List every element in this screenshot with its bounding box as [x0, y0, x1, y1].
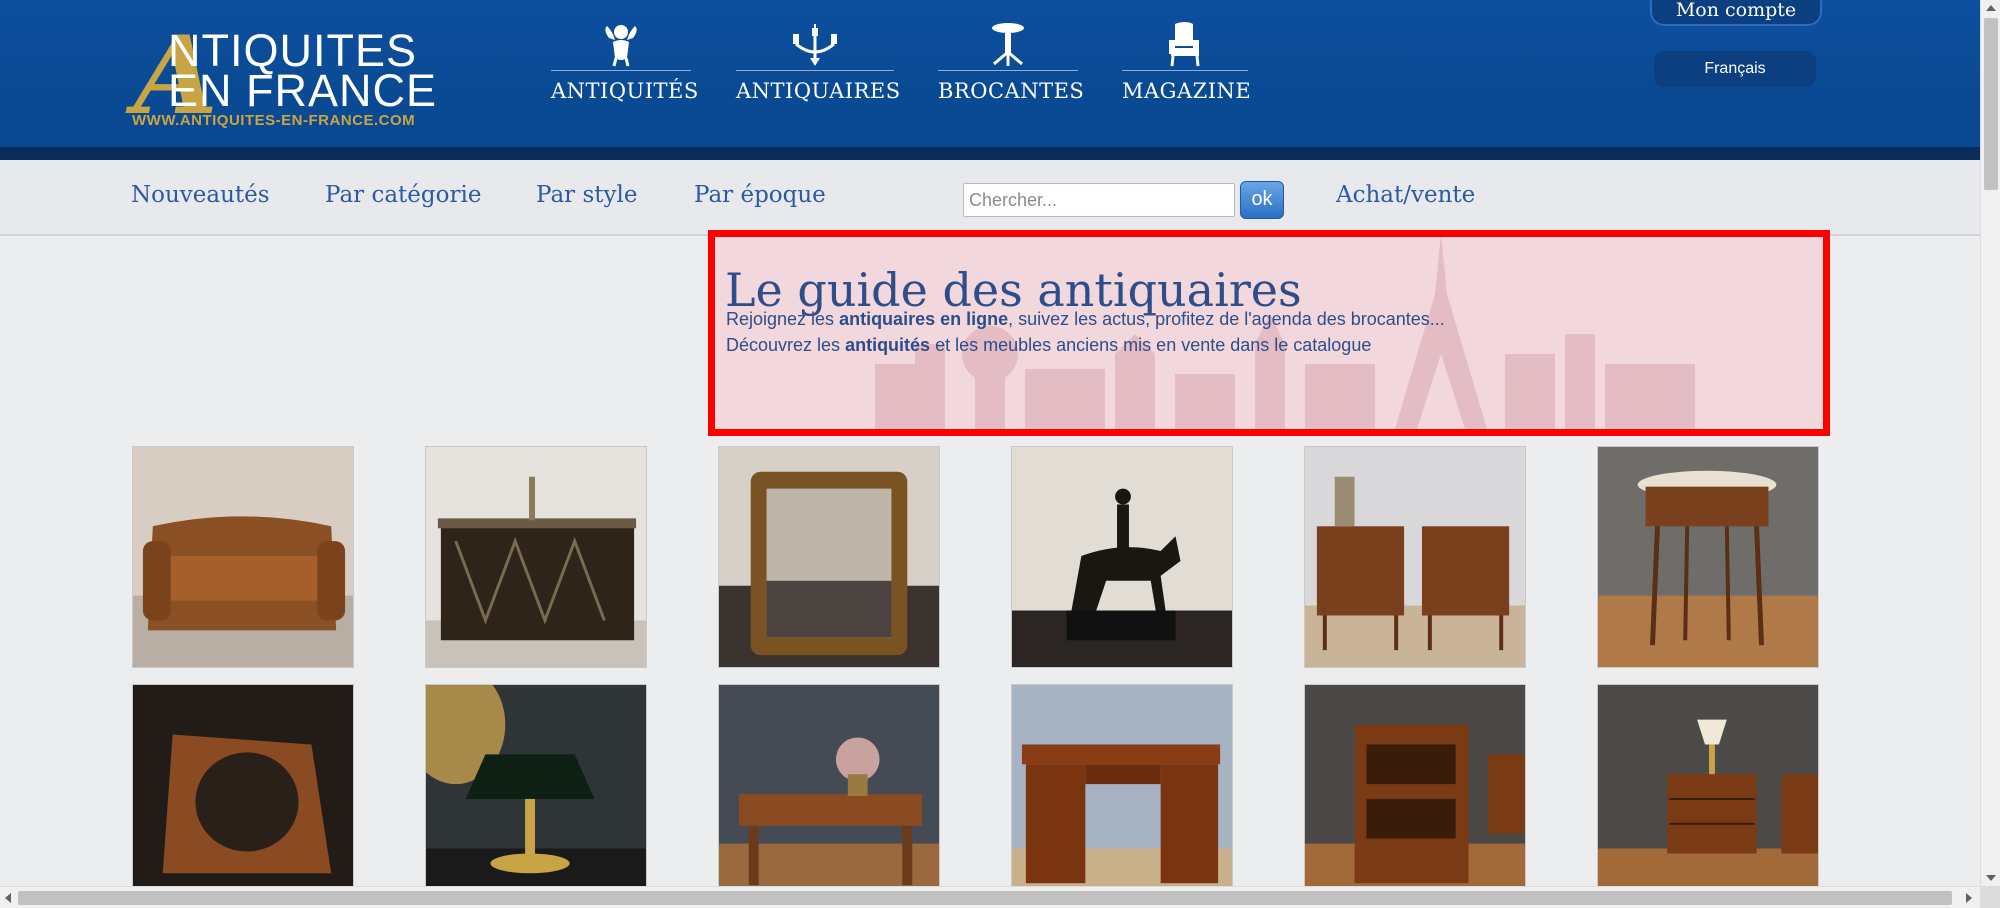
- header-divider: [0, 147, 1980, 160]
- logo-url: WWW.ANTIQUITES-EN-FRANCE.COM: [132, 112, 416, 129]
- search-input[interactable]: [963, 183, 1235, 217]
- product-thumb-nightstands[interactable]: [1304, 446, 1526, 668]
- leather-sofa-photo: [133, 447, 353, 667]
- product-thumb-revolving-bookcase[interactable]: [1304, 684, 1526, 906]
- scrollbar-corner: [1980, 886, 2000, 908]
- horizontal-scrollbar[interactable]: [0, 886, 1980, 908]
- nav-antiquaires[interactable]: ANTIQUAIRES: [736, 22, 901, 103]
- wooden-stand-photo: [133, 685, 353, 905]
- revolving-bookcase-photo: [1305, 685, 1525, 905]
- subnav-nouveautes[interactable]: Nouveautés: [131, 182, 270, 208]
- scroll-down-arrow-icon[interactable]: [1986, 875, 1996, 881]
- nav-label: ANTIQUAIRES: [736, 79, 901, 103]
- coffee-table-photo: [719, 685, 939, 905]
- banner-line-2: Découvrez les antiquités et les meubles …: [726, 335, 1371, 356]
- nav-label: ANTIQUITÉS: [551, 79, 699, 103]
- banner-line-1: Rejoignez les antiquaires en ligne, suiv…: [726, 309, 1445, 330]
- antiquaires-link[interactable]: antiquaires en ligne: [839, 309, 1008, 329]
- dark-cabinet-photo: [426, 447, 646, 667]
- nav-antiquites[interactable]: ANTIQUITÉS: [551, 22, 699, 103]
- logo-line-2: EN FRANCE: [168, 65, 438, 116]
- search-submit-button[interactable]: ok: [1240, 181, 1284, 219]
- armchair-icon: [1169, 22, 1200, 67]
- product-thumb-wooden-stand[interactable]: [132, 684, 354, 906]
- guide-banner: Le guide des antiquaires Rejoignez les a…: [708, 230, 1830, 436]
- product-thumb-gilt-mirror[interactable]: [718, 446, 940, 668]
- sub-navigation: Nouveautés Par catégorie Par style Par é…: [0, 160, 1980, 236]
- nav-label: BROCANTES: [938, 79, 1085, 103]
- product-thumb-round-table[interactable]: [1597, 446, 1819, 668]
- horse-rider-bronze-photo: [1012, 447, 1232, 667]
- cherub-icon: [605, 25, 637, 67]
- product-thumb-coffee-table[interactable]: [718, 684, 940, 906]
- pedestal-table-icon: [992, 23, 1024, 66]
- scroll-left-arrow-icon[interactable]: [5, 893, 11, 903]
- product-thumb-bouillotte-lamp[interactable]: [425, 684, 647, 906]
- round-side-table-photo: [1598, 447, 1818, 667]
- account-button[interactable]: Mon compte: [1650, 0, 1822, 26]
- subnav-par-epoque[interactable]: Par époque: [694, 182, 826, 208]
- pair-nightstands-photo: [1305, 447, 1525, 667]
- product-thumb-dark-cabinet[interactable]: [425, 446, 647, 668]
- vertical-scroll-thumb[interactable]: [1984, 18, 1998, 190]
- banner-text: Rejoignez les: [726, 309, 840, 329]
- wooden-desk-photo: [1012, 685, 1232, 905]
- bouillotte-lamp-photo: [426, 685, 646, 905]
- antiquites-link[interactable]: antiquités: [845, 335, 930, 355]
- subnav-par-style[interactable]: Par style: [536, 182, 637, 208]
- banner-text: Découvrez les: [726, 335, 846, 355]
- nav-magazine[interactable]: MAGAZINE: [1122, 22, 1252, 103]
- vertical-scrollbar[interactable]: [1980, 0, 2000, 886]
- nav-brocantes[interactable]: BROCANTES: [938, 22, 1085, 103]
- banner-text: et les meubles anciens mis en vente dans…: [930, 335, 1372, 355]
- language-selector[interactable]: Français: [1654, 51, 1816, 87]
- banner-text: , suivez les actus, profitez de l'agenda…: [1008, 309, 1445, 329]
- scroll-right-arrow-icon[interactable]: [1966, 893, 1972, 903]
- nav-label: MAGAZINE: [1122, 79, 1252, 103]
- product-thumb-bronze-horse[interactable]: [1011, 446, 1233, 668]
- product-thumb-wooden-desk[interactable]: [1011, 684, 1233, 906]
- product-thumb-small-chest[interactable]: [1597, 684, 1819, 906]
- scroll-up-arrow-icon[interactable]: [1986, 5, 1996, 11]
- subnav-par-categorie[interactable]: Par catégorie: [325, 182, 481, 208]
- site-logo[interactable]: A NTIQUITES EN FRANCE WWW.ANTIQUITES-EN-…: [130, 22, 440, 131]
- small-chest-drawers-photo: [1598, 685, 1818, 905]
- subnav-achat-vente[interactable]: Achat/vente: [1336, 182, 1475, 208]
- site-header: A NTIQUITES EN FRANCE WWW.ANTIQUITES-EN-…: [0, 0, 1980, 160]
- horizontal-scroll-thumb[interactable]: [18, 891, 1952, 905]
- gilt-mirror-photo: [719, 447, 939, 667]
- chandelier-icon: [793, 24, 837, 66]
- product-thumb-leather-sofa[interactable]: [132, 446, 354, 668]
